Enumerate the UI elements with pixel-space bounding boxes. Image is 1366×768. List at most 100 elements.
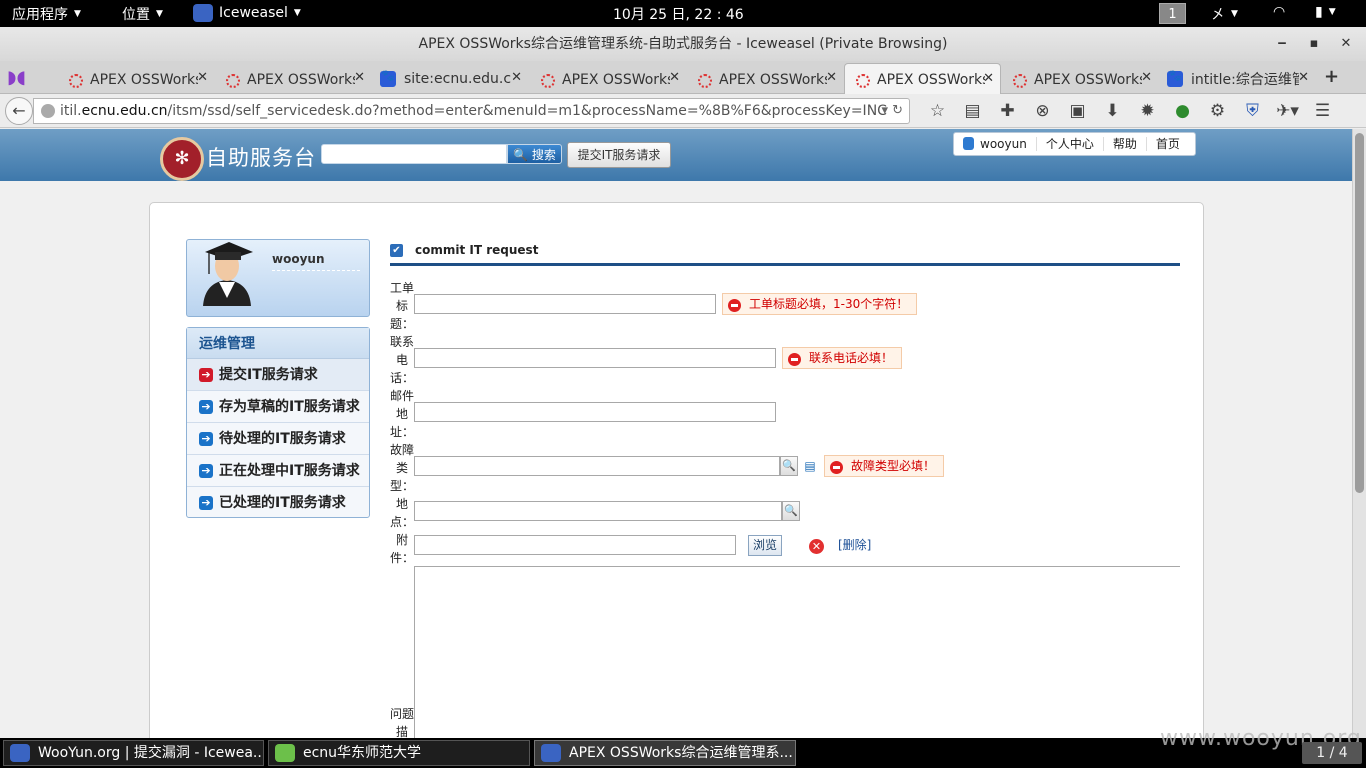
delete-attachment-link[interactable]: [删除] bbox=[838, 536, 871, 553]
close-tab-icon[interactable]: ✕ bbox=[669, 70, 680, 85]
taskbar-item-label: WooYun.org | 提交漏洞 - Icewea... bbox=[38, 745, 264, 761]
tab-active[interactable]: APEX OSSWorks综合运维管理系统✕ bbox=[844, 63, 1001, 94]
minimize-button[interactable]: ‒ bbox=[1272, 27, 1292, 61]
help-link[interactable]: 帮助 bbox=[1104, 137, 1147, 151]
phone-input[interactable] bbox=[414, 348, 776, 368]
phone-error-text: 联系电话必填！ bbox=[809, 351, 894, 365]
clock[interactable]: 10月 25 日, 22 : 46 bbox=[613, 4, 744, 24]
site-identity-icon[interactable] bbox=[41, 104, 55, 118]
close-tab-icon[interactable]: ✕ bbox=[1298, 70, 1309, 85]
system-top-bar: 应用程序 ▼ 位置 ▼ Iceweasel ▼ 10月 25 日, 22 : 46 1… bbox=[0, 0, 1366, 27]
reader-icon[interactable]: ▣ bbox=[1060, 100, 1095, 122]
green-extension-icon[interactable]: ● bbox=[1165, 100, 1200, 122]
header-links: wooyun 个人中心 帮助 首页 bbox=[953, 132, 1196, 156]
ticket-title-input[interactable] bbox=[414, 294, 716, 314]
addons-icon[interactable]: ✚ bbox=[990, 100, 1025, 122]
browse-button[interactable]: 浏览 bbox=[748, 535, 782, 556]
input-method-menu[interactable]: 㐅 ▼ bbox=[1211, 4, 1238, 24]
back-button[interactable]: ← bbox=[5, 97, 33, 125]
home-link[interactable]: 首页 bbox=[1147, 137, 1189, 151]
close-window-button[interactable]: ✕ bbox=[1336, 27, 1356, 61]
ticket-title-error: 工单标题必填，1-30个字符！ bbox=[722, 293, 918, 315]
window-title: APEX OSSWorks综合运维管理系统-自助式服务台 - Iceweasel… bbox=[418, 36, 948, 52]
baidu-paw-icon bbox=[380, 69, 396, 87]
fault-type-input[interactable] bbox=[414, 456, 780, 476]
tab[interactable]: site:ecnu.edu.cn✕ bbox=[372, 63, 528, 94]
extension-icon[interactable]: ⊗ bbox=[1025, 100, 1060, 122]
settings-gear-icon[interactable]: ✹ bbox=[1130, 100, 1165, 122]
sidebar-item-pending[interactable]: ➔ 待处理的IT服务请求 bbox=[187, 423, 369, 455]
private-browsing-icon: ◗◖ bbox=[7, 67, 26, 88]
loading-icon bbox=[66, 71, 83, 88]
arrow-right-icon: ➔ bbox=[199, 463, 213, 478]
loading-icon bbox=[538, 71, 555, 88]
description-textarea[interactable] bbox=[414, 566, 1180, 738]
workspace-pager[interactable]: 1 / 4 bbox=[1302, 742, 1362, 764]
workspace-indicator[interactable]: 1 bbox=[1159, 3, 1186, 24]
tab[interactable]: intitle:综合运维管理系统✕ bbox=[1159, 63, 1315, 94]
tab[interactable]: APEX OSSWorks综合运维管理系统✕ bbox=[58, 63, 214, 94]
ticket-title-error-text: 工单标题必填，1-30个字符！ bbox=[749, 297, 909, 311]
email-input[interactable] bbox=[414, 402, 776, 422]
places-menu[interactable]: 位置 ▼ bbox=[122, 4, 163, 24]
scrollbar-thumb[interactable] bbox=[1355, 133, 1364, 493]
places-label: 位置 bbox=[122, 7, 150, 23]
browser-app-menu[interactable]: Iceweasel ▼ bbox=[193, 4, 301, 22]
close-tab-icon[interactable]: ✕ bbox=[511, 70, 522, 85]
url-bar[interactable]: itil.ecnu.edu.cn/itsm/ssd/self_servicede… bbox=[33, 98, 910, 124]
wifi-icon[interactable]: ◠ bbox=[1273, 4, 1285, 20]
chevron-down-icon: ▼ bbox=[293, 8, 301, 18]
close-tab-icon[interactable]: ✕ bbox=[1141, 70, 1152, 85]
taskbar-item-active[interactable]: APEX OSSWorks综合运维管理系... bbox=[534, 740, 796, 766]
taskbar-item[interactable]: ecnu华东师范大学 bbox=[268, 740, 530, 766]
iceweasel-icon bbox=[193, 4, 213, 22]
close-tab-icon[interactable]: ✕ bbox=[983, 71, 994, 86]
taskbar-item[interactable]: WooYun.org | 提交漏洞 - Icewea... bbox=[3, 740, 264, 766]
more-tools-icon[interactable]: ✈▾ bbox=[1270, 100, 1305, 122]
tab[interactable]: APEX OSSWorks综合运维管理系统✕ bbox=[1002, 63, 1158, 94]
close-tab-icon[interactable]: ✕ bbox=[197, 70, 208, 85]
attachment-input[interactable] bbox=[414, 535, 736, 555]
phone-label: 联系电话： bbox=[390, 335, 415, 385]
sidebar-item-processed[interactable]: ➔ 已处理的IT服务请求 bbox=[187, 487, 369, 519]
sidebar-item-submit-request[interactable]: ➔ 提交IT服务请求 bbox=[187, 359, 369, 391]
new-tab-button[interactable]: + bbox=[1324, 66, 1339, 87]
description-label: 问题描 bbox=[390, 707, 415, 738]
fault-type-lookup-icon[interactable]: 🔍 bbox=[780, 456, 798, 476]
bookmarks-menu-icon[interactable]: ▤ bbox=[955, 100, 990, 122]
university-logo[interactable]: ✻ bbox=[160, 137, 204, 181]
loading-icon bbox=[1010, 71, 1027, 88]
applications-menu[interactable]: 应用程序 ▼ bbox=[12, 4, 81, 24]
hamburger-menu-icon[interactable]: ☰ bbox=[1305, 100, 1340, 122]
downloads-icon[interactable]: ⬇ bbox=[1095, 100, 1130, 122]
delete-icon[interactable]: ✕ bbox=[809, 539, 824, 554]
location-input[interactable] bbox=[414, 501, 782, 521]
sidebar-item-drafts[interactable]: ➔ 存为草稿的IT服务请求 bbox=[187, 391, 369, 423]
chevron-down-icon: ▼ bbox=[156, 9, 163, 19]
location-lookup-icon[interactable]: 🔍 bbox=[782, 501, 800, 521]
personal-center-link[interactable]: 个人中心 bbox=[1037, 137, 1104, 151]
bookmark-star-icon[interactable]: ☆ bbox=[920, 100, 955, 122]
tab[interactable]: APEX OSSWorks综合运维管理系统✕ bbox=[687, 63, 843, 94]
reload-icon[interactable]: ▾ ↻ bbox=[881, 99, 903, 123]
tab[interactable]: APEX OSSWorks综合运维管理系统✕ bbox=[215, 63, 371, 94]
sidebar-item-in-progress[interactable]: ➔ 正在处理中IT服务请求 bbox=[187, 455, 369, 487]
user-link[interactable]: wooyun bbox=[954, 137, 1037, 151]
page-scrollbar[interactable] bbox=[1352, 129, 1366, 738]
gear-icon[interactable]: ⚙ bbox=[1200, 100, 1235, 122]
site-search-button[interactable]: 🔍 搜索 bbox=[507, 144, 562, 164]
maximize-button[interactable]: ▪ bbox=[1304, 27, 1324, 61]
page-viewport: ✻ 自助服务台 🔍 搜索 提交IT服务请求 wooyun 个人中心 帮助 首页 … bbox=[0, 129, 1352, 738]
shield-icon[interactable]: ⛨ bbox=[1235, 100, 1270, 122]
form-title-rule bbox=[390, 263, 1180, 266]
error-icon bbox=[788, 353, 801, 366]
battery-menu[interactable]: ▮ ▼ bbox=[1315, 4, 1336, 20]
submit-request-button[interactable]: 提交IT服务请求 bbox=[567, 142, 671, 168]
site-search-input[interactable] bbox=[321, 144, 507, 164]
tab[interactable]: APEX OSSWorks综合运维管理系统✕ bbox=[530, 63, 686, 94]
close-tab-icon[interactable]: ✕ bbox=[354, 70, 365, 85]
tab-label: APEX OSSWorks综合运维管理系统 bbox=[877, 72, 985, 88]
close-tab-icon[interactable]: ✕ bbox=[826, 70, 837, 85]
tab-label: APEX OSSWorks综合运维管理系统 bbox=[719, 71, 827, 88]
fault-type-browse-icon[interactable]: ▤ bbox=[801, 457, 819, 475]
